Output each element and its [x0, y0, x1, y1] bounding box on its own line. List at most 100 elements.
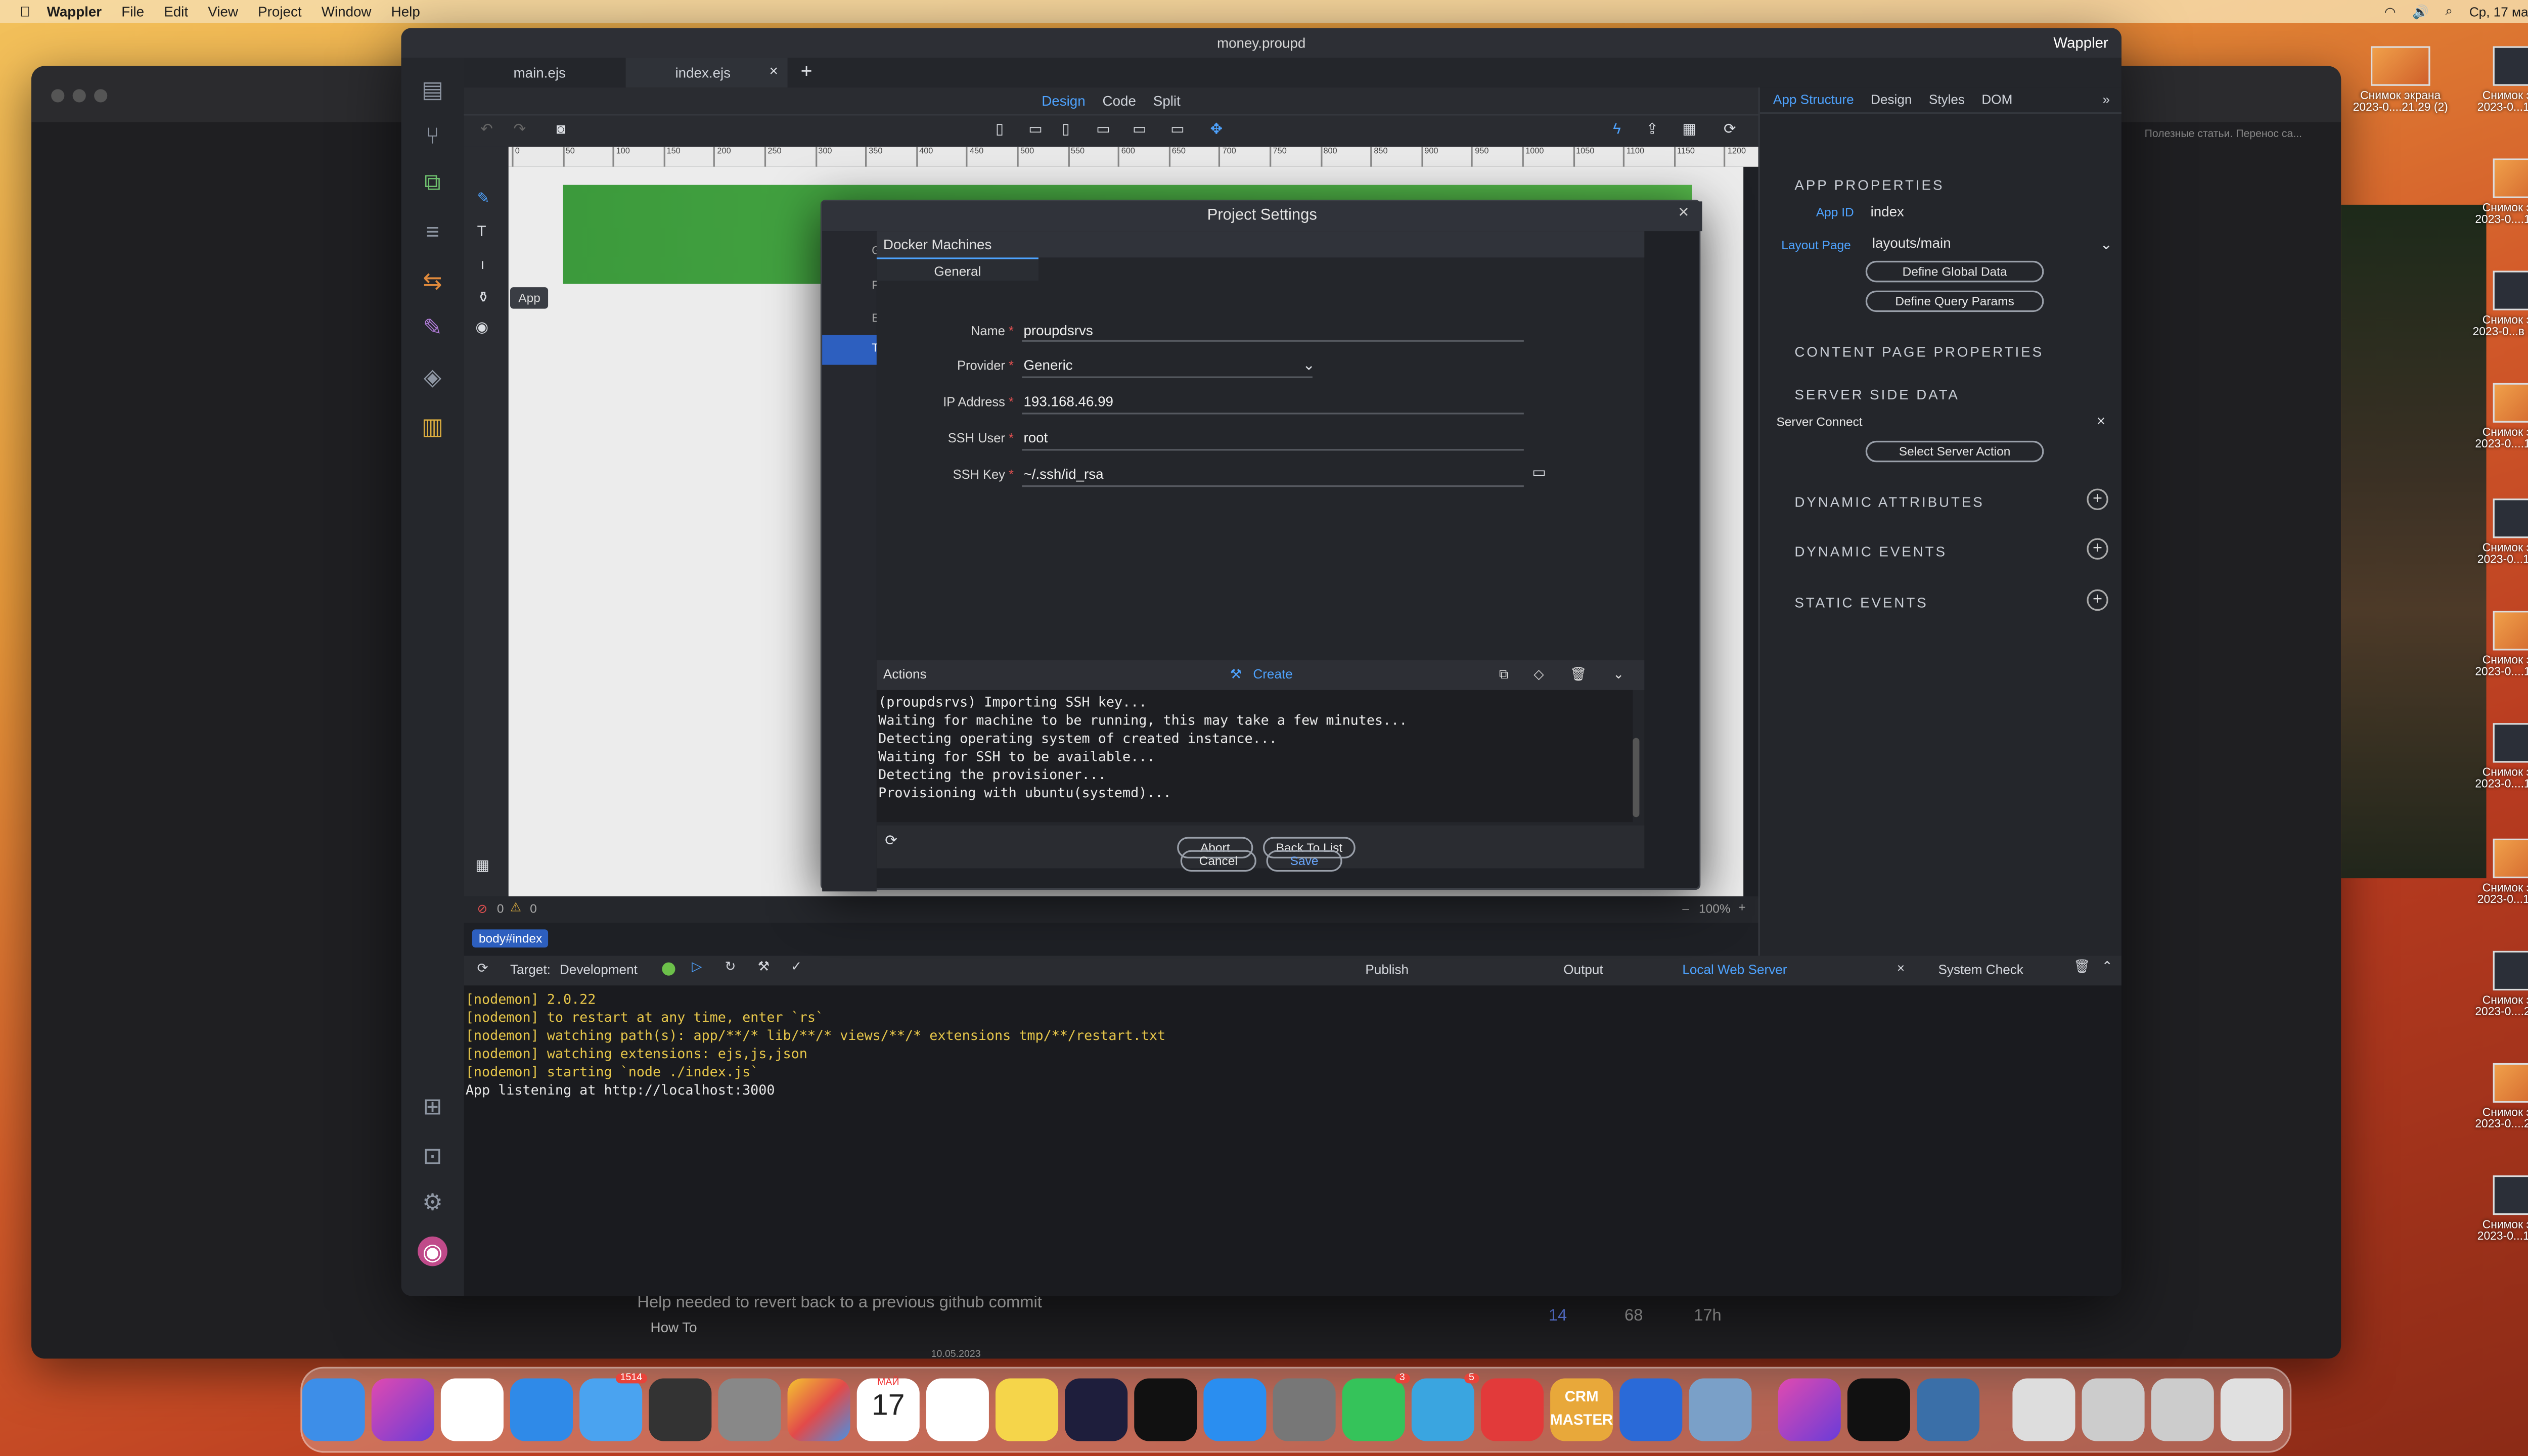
whatsapp-icon[interactable]: 3	[1342, 1373, 1410, 1441]
layout-page-select[interactable]: layouts/main	[1872, 235, 1951, 251]
database-icon[interactable]: ≡	[418, 216, 447, 246]
calculator-icon[interactable]	[649, 1378, 712, 1441]
trash-icon[interactable]: 🗑	[2073, 959, 2090, 974]
terminal-output[interactable]: [nodemon] 2.0.22 [nodemon] to restart at…	[464, 985, 2121, 1296]
text-icon[interactable]: T	[477, 223, 486, 240]
log-scrollbar[interactable]	[1633, 738, 1640, 817]
mode-code[interactable]: Code	[1103, 93, 1136, 109]
collapse-chevron-icon[interactable]: ⌄	[1613, 660, 1624, 690]
avatar[interactable]: ◉	[418, 1236, 447, 1266]
tab-app-structure[interactable]: App Structure	[1773, 93, 1854, 107]
tools-icon[interactable]: ⚒	[758, 959, 770, 974]
new-tab-icon[interactable]: +	[801, 60, 812, 83]
desktop-view-icon[interactable]: ▭	[1133, 120, 1147, 139]
forum-topic[interactable]: Help needed to revert back to a previous…	[637, 1294, 1042, 1312]
crm-master-icon[interactable]: CRM MASTER	[1550, 1378, 1613, 1441]
desktop-file[interactable]: Снимок экрана2023-0...10.21.29	[2463, 1175, 2528, 1243]
lightning-icon[interactable]: ϟ	[1613, 120, 1621, 137]
tab-design[interactable]: Design	[1871, 93, 1912, 107]
menu-view[interactable]: View	[208, 4, 238, 20]
menu-file[interactable]: File	[121, 4, 144, 20]
grid-icon[interactable]: ▦	[475, 857, 489, 875]
things-icon[interactable]	[1065, 1378, 1128, 1441]
downloads-stack-icon[interactable]	[2151, 1378, 2214, 1441]
app-store-icon[interactable]	[1203, 1378, 1267, 1441]
cancel-button[interactable]: Cancel	[1180, 850, 1256, 872]
freeform-icon[interactable]	[440, 1378, 504, 1441]
refresh-icon[interactable]: ⟳	[1724, 120, 1736, 139]
provision-log[interactable]: (proupdsrvs) Importing SSH key... Waiting…	[876, 690, 1633, 823]
mode-design[interactable]: Design	[1042, 93, 1085, 109]
desktop-file[interactable]: Снимок экрана2023-0....19.03 (3)	[2463, 723, 2528, 791]
tasks-icon[interactable]: ▥	[418, 411, 447, 441]
share-icon[interactable]: ⇪	[1646, 120, 1659, 139]
add-static-event-icon[interactable]: +	[2087, 589, 2108, 611]
launchpad-icon[interactable]	[718, 1378, 781, 1441]
tablet-portrait-icon[interactable]: ▯	[1062, 120, 1070, 139]
define-global-data-button[interactable]: Define Global Data	[1865, 260, 2044, 283]
desktop-file[interactable]: Снимок экрана2023-0....19.03 (2)	[2463, 611, 2528, 678]
edit-icon[interactable]: ✎	[477, 190, 490, 208]
log-refresh-icon[interactable]: ⟳	[885, 832, 897, 850]
routing-icon[interactable]: ⇆	[418, 266, 447, 296]
tablet-view-icon[interactable]: ▭	[1028, 120, 1043, 139]
desktop-file[interactable]: Снимок экрана2023-0...10.19.03	[2463, 498, 2528, 566]
apple-icon[interactable]: 	[20, 4, 30, 20]
screenshots-stack-icon[interactable]	[2082, 1378, 2145, 1441]
provider-chevron-icon[interactable]: ⌄	[1302, 356, 1315, 375]
tab-dom[interactable]: DOM	[1981, 93, 2012, 107]
trash-dock-icon[interactable]	[2220, 1378, 2283, 1441]
menu-edit[interactable]: Edit	[164, 4, 188, 20]
breadcrumb[interactable]: body#index	[472, 929, 549, 948]
restart-icon[interactable]: ↻	[725, 959, 736, 974]
ssh-user-input[interactable]: root	[1023, 429, 1048, 446]
tab-general[interactable]: General	[876, 257, 1039, 281]
local-web-server-tab[interactable]: Local Web Server	[1682, 963, 1787, 977]
inspect-icon[interactable]: ı	[480, 256, 484, 272]
output-button[interactable]: Output	[1563, 963, 1603, 977]
system-check-button[interactable]: System Check	[1938, 963, 2023, 977]
tab-styles[interactable]: Styles	[1929, 93, 1965, 107]
desktop-file[interactable]: Снимок экрана2023-0...10.15.22	[2463, 46, 2528, 114]
laptop-view-icon[interactable]: ▭	[1096, 120, 1110, 139]
search-icon[interactable]: ⌕	[2446, 4, 2453, 20]
design-icon[interactable]: ✎	[418, 312, 447, 342]
archive-icon[interactable]	[1689, 1378, 1752, 1441]
desktop-file[interactable]: Снимок экрана 2023-0....21.29 (2)	[2341, 46, 2460, 114]
target-select[interactable]: Development	[560, 963, 638, 977]
wide-view-icon[interactable]: ▭	[1170, 120, 1185, 139]
create-button[interactable]: Create	[1253, 660, 1292, 690]
plugins-icon[interactable]: ⊡	[418, 1141, 447, 1170]
zoom-out-icon[interactable]: –	[1682, 901, 1689, 916]
forum-row[interactable]: Help needed to revert back to a previous…	[634, 1291, 2120, 1360]
desktop-file[interactable]: Снимок экрана2023-0....17.54 (2)	[2463, 158, 2528, 226]
preview-eye-icon[interactable]: ◉	[475, 318, 488, 337]
tab-index-ejs[interactable]: index.ejs	[625, 58, 788, 88]
add-dynamic-event-icon[interactable]: +	[2087, 538, 2108, 560]
check-icon[interactable]: ✓	[791, 959, 802, 974]
photos-icon[interactable]	[787, 1378, 850, 1441]
select-server-action-button[interactable]: Select Server Action	[1865, 440, 2044, 463]
qr-icon[interactable]: ▦	[1682, 120, 1696, 139]
remove-icon[interactable]: ×	[2097, 413, 2105, 429]
close-tab-icon[interactable]: ×	[770, 63, 778, 79]
zoom-in-icon[interactable]: +	[1738, 900, 1745, 915]
publish-button[interactable]: Publish	[1365, 963, 1409, 977]
sync-icon[interactable]: ⟳	[477, 961, 488, 975]
provider-select[interactable]: Generic	[1023, 356, 1072, 373]
dialog-close-icon[interactable]: ×	[1678, 203, 1689, 223]
ip-address-input[interactable]: 193.168.46.99	[1023, 393, 1113, 410]
git-icon[interactable]: ⑂	[418, 120, 447, 150]
delete-icon[interactable]: 🗑	[1570, 660, 1587, 690]
settings-gear-icon[interactable]: ⚙	[418, 1187, 447, 1217]
run-icon[interactable]: ▷	[692, 959, 702, 974]
menu-help[interactable]: Help	[391, 4, 420, 20]
wappler-dock-icon[interactable]	[371, 1378, 434, 1441]
ssh-key-input[interactable]: ~/.ssh/id_rsa	[1023, 466, 1103, 482]
terminal-icon[interactable]	[1847, 1378, 1910, 1441]
forum-category[interactable]: How To	[651, 1319, 697, 1336]
eraser-icon[interactable]: ◇	[1533, 660, 1544, 690]
layers-icon[interactable]: ◈	[418, 361, 447, 391]
desktop-file[interactable]: Снимок экрана2023-0....20.09 (3)	[2463, 1063, 2528, 1131]
safari-icon[interactable]	[510, 1378, 573, 1441]
